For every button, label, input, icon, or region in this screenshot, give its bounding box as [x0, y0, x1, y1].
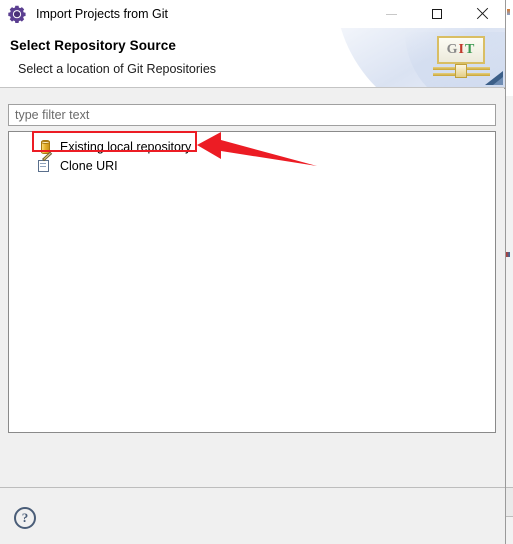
wizard-header: Select Repository Source Select a locati… [0, 28, 505, 88]
list-item-existing-local-repository[interactable]: Existing local repository [9, 137, 495, 156]
minimize-icon [386, 13, 397, 15]
background-window-panel [506, 487, 513, 517]
title-bar: Import Projects from Git [0, 0, 505, 28]
page-subtitle: Select a location of Git Repositories [18, 62, 217, 76]
window-controls [369, 0, 505, 28]
list-item-label: Existing local repository [60, 139, 192, 154]
import-projects-dialog: Import Projects from Git Select Reposito… [0, 0, 505, 544]
filter-input[interactable]: type filter text [8, 104, 496, 126]
wizard-content: type filter text Existing local reposito… [0, 89, 505, 487]
background-artifact-mid [506, 252, 510, 257]
close-icon [476, 8, 488, 20]
page-title: Select Repository Source [10, 38, 176, 53]
screenshot-root: Import Projects from Git Select Reposito… [0, 0, 513, 544]
maximize-icon [431, 9, 442, 19]
minimize-button[interactable] [369, 0, 414, 28]
clone-uri-page-pencil-icon [37, 151, 53, 174]
background-artifact-top [507, 9, 510, 15]
repository-source-list[interactable]: Existing local repository Clone URI [8, 131, 496, 433]
filter-placeholder: type filter text [15, 108, 90, 122]
git-logo-letter-g: G [446, 42, 459, 57]
window-title: Import Projects from Git [36, 7, 168, 21]
header-triangle-light [493, 77, 503, 85]
close-button[interactable] [459, 0, 505, 28]
git-logo-plate: GIT [437, 36, 485, 64]
list-item-label: Clone URI [60, 158, 118, 173]
git-logo-icon: GIT [433, 34, 493, 84]
git-logo-knob [455, 64, 467, 78]
git-logo-letter-t: T [465, 42, 476, 57]
gear-icon [8, 5, 26, 23]
list-item-clone-uri[interactable]: Clone URI [9, 151, 495, 175]
help-icon[interactable]: ? [14, 507, 36, 529]
button-bar: ? < Back Next > Finish Cancel [0, 487, 505, 544]
maximize-button[interactable] [414, 0, 459, 28]
